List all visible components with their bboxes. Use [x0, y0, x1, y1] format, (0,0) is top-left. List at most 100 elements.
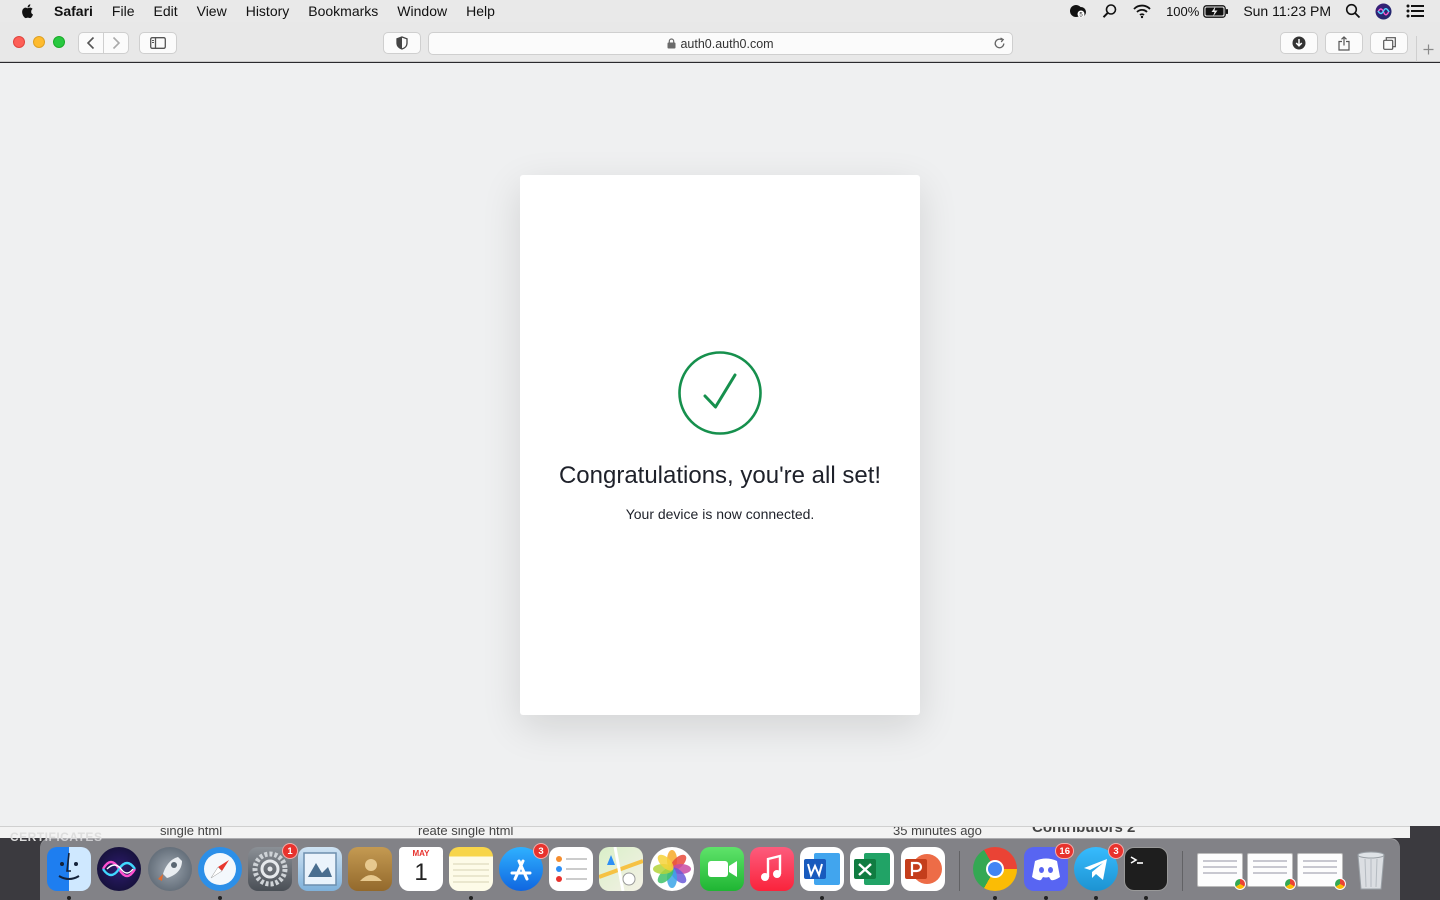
tabs-overview-icon	[1382, 36, 1396, 50]
minimize-window-button[interactable]	[33, 36, 45, 48]
terminal-icon[interactable]	[1124, 847, 1168, 891]
chrome-icon[interactable]	[973, 847, 1017, 891]
background-cell: single html	[160, 826, 223, 838]
maps-icon[interactable]	[598, 846, 644, 892]
checklist-icon	[556, 856, 587, 882]
menu-history[interactable]: History	[246, 0, 290, 22]
sidebar-toggle-button[interactable]	[139, 32, 177, 54]
background-cell: reate single html	[418, 826, 514, 838]
word-w-icon	[804, 853, 840, 885]
privacy-report-button[interactable]	[383, 32, 421, 54]
calendar-month: MAY	[412, 849, 430, 858]
safari-icon[interactable]	[198, 847, 242, 891]
address-bar[interactable]: auth0.auth0.com	[428, 32, 1013, 55]
running-indicator	[993, 896, 997, 900]
video-camera-icon	[708, 861, 737, 877]
siri-icon[interactable]	[97, 847, 141, 891]
calendar-day: 1	[414, 859, 428, 886]
calendar-icon[interactable]: MAY 1	[399, 847, 443, 891]
address-book-icon	[360, 859, 382, 881]
lined-paper-icon	[453, 863, 489, 883]
trash-icon[interactable]	[1349, 847, 1393, 891]
zoom-window-button[interactable]	[53, 36, 65, 48]
photo-loupe-icon	[303, 852, 337, 886]
wifi-icon[interactable]	[1132, 3, 1152, 19]
chrome-badge-icon	[1334, 878, 1346, 890]
reminders-icon[interactable]	[549, 847, 593, 891]
facetime-icon[interactable]	[700, 847, 744, 891]
discord-icon[interactable]: 16	[1024, 843, 1074, 891]
running-indicator	[1094, 896, 1098, 900]
spotlight-icon[interactable]	[1345, 3, 1361, 19]
downloads-button[interactable]	[1280, 32, 1318, 54]
siri-menubar-icon[interactable]	[1375, 3, 1392, 20]
success-subtitle: Your device is now connected.	[625, 506, 815, 522]
battery-status[interactable]: 100%	[1166, 4, 1229, 19]
battery-charging-icon	[1203, 4, 1229, 18]
compass-icon	[204, 853, 236, 885]
menu-app-name[interactable]: Safari	[54, 0, 93, 22]
excel-icon[interactable]	[850, 847, 894, 891]
notification-badge: 1	[282, 843, 298, 859]
magnifier-status-icon[interactable]	[1102, 3, 1118, 19]
url-text: auth0.auth0.com	[680, 36, 774, 51]
running-indicator	[469, 896, 473, 900]
rocket-icon	[158, 857, 182, 881]
dock: 1 MAY 1 3 16 3	[40, 838, 1400, 900]
menubar-clock[interactable]: Sun 11:23 PM	[1243, 3, 1331, 19]
menu-window[interactable]: Window	[397, 0, 447, 22]
notification-badge: 3	[533, 843, 549, 859]
forward-button[interactable]	[103, 32, 129, 54]
powerpoint-p-icon	[905, 854, 942, 884]
chrome-center-icon	[986, 860, 1004, 878]
success-card: Congratulations, you're all set! Your de…	[520, 175, 920, 715]
lock-icon	[667, 38, 676, 49]
word-icon[interactable]	[800, 847, 844, 891]
minimized-chrome-window[interactable]	[1197, 853, 1246, 890]
new-tab-button[interactable]	[1416, 36, 1440, 62]
siri-wave-icon	[101, 860, 137, 878]
contacts-icon[interactable]	[348, 847, 392, 891]
menu-bookmarks[interactable]: Bookmarks	[308, 0, 378, 22]
app-store-icon[interactable]: 3	[499, 843, 549, 891]
creative-cloud-icon[interactable]: 5	[1068, 3, 1088, 19]
background-cell: Contributors 2	[1032, 826, 1136, 836]
apple-icon[interactable]	[20, 3, 36, 19]
notification-center-icon[interactable]	[1406, 4, 1424, 18]
photos-icon[interactable]	[650, 847, 694, 891]
reload-icon[interactable]	[993, 37, 1006, 50]
chevron-right-icon	[112, 36, 121, 50]
chrome-badge-icon	[1284, 878, 1296, 890]
finder-face-icon	[58, 852, 80, 880]
share-button[interactable]	[1325, 32, 1363, 54]
launchpad-icon[interactable]	[148, 847, 192, 891]
telegram-icon[interactable]: 3	[1074, 843, 1124, 891]
notes-icon[interactable]	[449, 847, 493, 891]
terminal-prompt-icon	[1130, 856, 1143, 864]
minimized-chrome-window[interactable]	[1297, 853, 1346, 890]
menu-bar: Safari File Edit View History Bookmarks …	[0, 0, 1440, 22]
close-window-button[interactable]	[13, 36, 25, 48]
share-icon	[1338, 35, 1350, 51]
menu-edit[interactable]: Edit	[153, 0, 177, 22]
menu-file[interactable]: File	[112, 0, 135, 22]
browser-toolbar: auth0.auth0.com	[0, 22, 1440, 62]
music-icon[interactable]	[750, 847, 794, 891]
minimized-chrome-window[interactable]	[1247, 853, 1296, 890]
success-title: Congratulations, you're all set!	[558, 462, 882, 489]
show-tabs-button[interactable]	[1370, 32, 1408, 54]
back-button[interactable]	[78, 32, 104, 54]
background-window: single html reate single html 35 minutes…	[0, 826, 1410, 838]
powerpoint-icon[interactable]	[901, 847, 945, 891]
running-indicator	[1144, 896, 1148, 900]
finder-icon[interactable]	[47, 847, 91, 891]
check-circle-icon	[678, 351, 762, 435]
chrome-badge-icon	[1234, 878, 1246, 890]
menu-help[interactable]: Help	[466, 0, 495, 22]
preview-icon[interactable]	[298, 847, 342, 891]
running-indicator	[218, 896, 222, 900]
shield-icon	[396, 36, 408, 50]
notification-badge: 16	[1055, 843, 1074, 859]
system-preferences-icon[interactable]: 1	[248, 843, 298, 891]
menu-view[interactable]: View	[197, 0, 227, 22]
